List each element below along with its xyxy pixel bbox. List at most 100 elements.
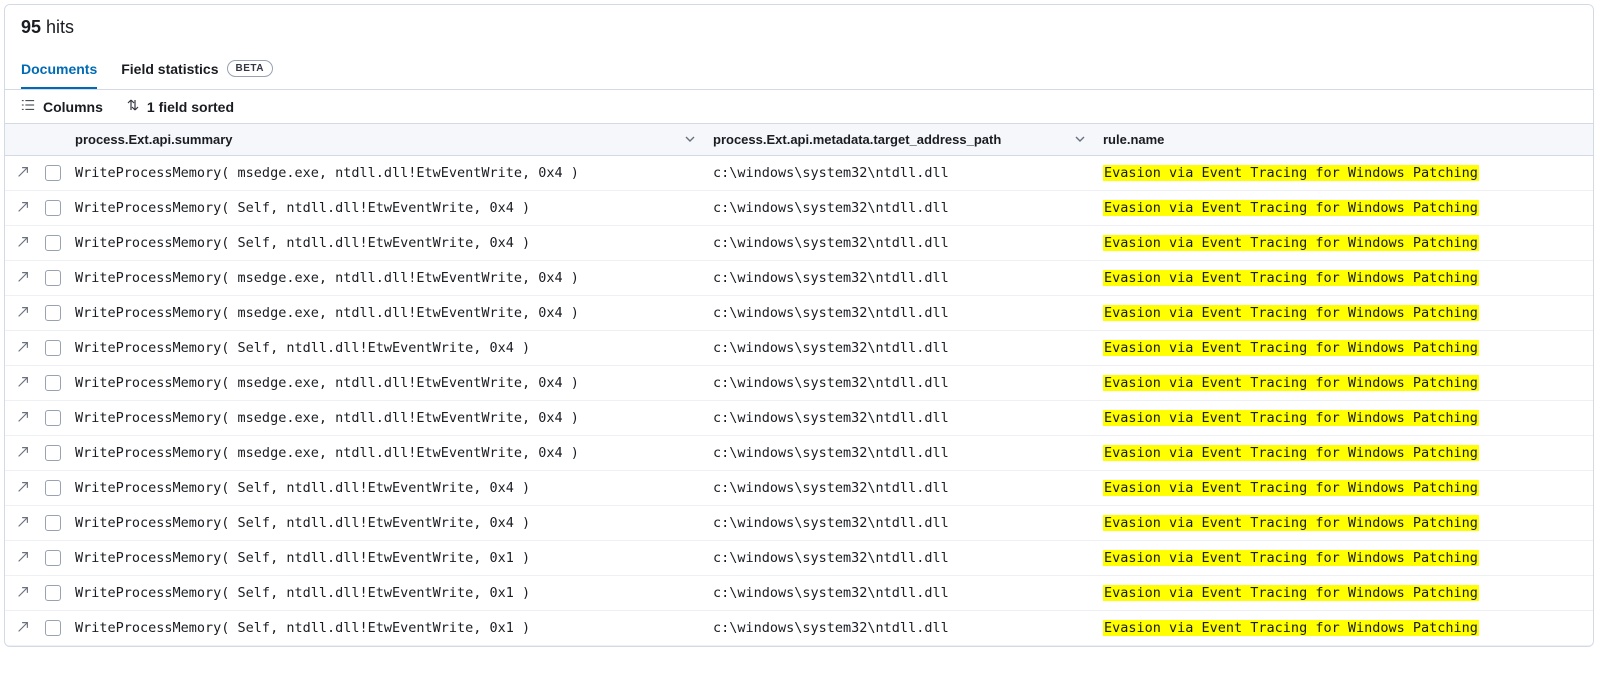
cell-path[interactable]: c:\windows\system32\ntdll.dll: [703, 296, 1093, 331]
expand-row-icon[interactable]: [15, 375, 31, 391]
expand-cell: [5, 506, 35, 541]
row-checkbox[interactable]: [45, 340, 61, 356]
row-checkbox[interactable]: [45, 200, 61, 216]
hits-count: 95 hits: [21, 17, 1577, 50]
cell-rule[interactable]: Evasion via Event Tracing for Windows Pa…: [1093, 541, 1593, 576]
expand-row-icon[interactable]: [15, 550, 31, 566]
rule-highlight: Evasion via Event Tracing for Windows Pa…: [1103, 445, 1479, 461]
expand-row-icon[interactable]: [15, 480, 31, 496]
sort-button[interactable]: 1 field sorted: [127, 98, 234, 115]
row-checkbox[interactable]: [45, 515, 61, 531]
cell-rule[interactable]: Evasion via Event Tracing for Windows Pa…: [1093, 576, 1593, 611]
rule-highlight: Evasion via Event Tracing for Windows Pa…: [1103, 480, 1479, 496]
cell-summary[interactable]: WriteProcessMemory( msedge.exe, ntdll.dl…: [65, 436, 703, 471]
cell-summary[interactable]: WriteProcessMemory( Self, ntdll.dll!EtwE…: [65, 331, 703, 366]
table-row: WriteProcessMemory( Self, ntdll.dll!EtwE…: [5, 471, 1593, 506]
cell-rule[interactable]: Evasion via Event Tracing for Windows Pa…: [1093, 401, 1593, 436]
select-cell: [35, 576, 65, 611]
cell-path[interactable]: c:\windows\system32\ntdll.dll: [703, 331, 1093, 366]
table-row: WriteProcessMemory( msedge.exe, ntdll.dl…: [5, 401, 1593, 436]
row-checkbox[interactable]: [45, 550, 61, 566]
row-checkbox[interactable]: [45, 480, 61, 496]
row-checkbox[interactable]: [45, 270, 61, 286]
row-checkbox[interactable]: [45, 305, 61, 321]
cell-path[interactable]: c:\windows\system32\ntdll.dll: [703, 576, 1093, 611]
cell-path[interactable]: c:\windows\system32\ntdll.dll: [703, 366, 1093, 401]
header-summary-label: process.Ext.api.summary: [75, 132, 233, 147]
cell-summary[interactable]: WriteProcessMemory( msedge.exe, ntdll.dl…: [65, 296, 703, 331]
cell-rule[interactable]: Evasion via Event Tracing for Windows Pa…: [1093, 471, 1593, 506]
cell-summary[interactable]: WriteProcessMemory( msedge.exe, ntdll.dl…: [65, 261, 703, 296]
columns-button[interactable]: Columns: [21, 98, 103, 115]
row-checkbox[interactable]: [45, 445, 61, 461]
expand-row-icon[interactable]: [15, 235, 31, 251]
row-checkbox[interactable]: [45, 375, 61, 391]
tab-documents-label: Documents: [21, 61, 97, 77]
cell-summary[interactable]: WriteProcessMemory( Self, ntdll.dll!EtwE…: [65, 226, 703, 261]
cell-path[interactable]: c:\windows\system32\ntdll.dll: [703, 506, 1093, 541]
row-checkbox[interactable]: [45, 585, 61, 601]
expand-row-icon[interactable]: [15, 445, 31, 461]
expand-row-icon[interactable]: [15, 620, 31, 636]
row-checkbox[interactable]: [45, 620, 61, 636]
rule-highlight: Evasion via Event Tracing for Windows Pa…: [1103, 200, 1479, 216]
header-path[interactable]: process.Ext.api.metadata.target_address_…: [703, 124, 1093, 156]
table-header-row: process.Ext.api.summary process.Ext.api.…: [5, 124, 1593, 156]
select-cell: [35, 296, 65, 331]
header-rule[interactable]: rule.name: [1093, 124, 1593, 156]
expand-row-icon[interactable]: [15, 340, 31, 356]
cell-path[interactable]: c:\windows\system32\ntdll.dll: [703, 226, 1093, 261]
cell-summary[interactable]: WriteProcessMemory( Self, ntdll.dll!EtwE…: [65, 506, 703, 541]
cell-path[interactable]: c:\windows\system32\ntdll.dll: [703, 471, 1093, 506]
rule-highlight: Evasion via Event Tracing for Windows Pa…: [1103, 235, 1479, 251]
rule-highlight: Evasion via Event Tracing for Windows Pa…: [1103, 515, 1479, 531]
cell-rule[interactable]: Evasion via Event Tracing for Windows Pa…: [1093, 331, 1593, 366]
cell-summary[interactable]: WriteProcessMemory( Self, ntdll.dll!EtwE…: [65, 611, 703, 646]
cell-rule[interactable]: Evasion via Event Tracing for Windows Pa…: [1093, 366, 1593, 401]
tab-documents[interactable]: Documents: [21, 51, 97, 89]
cell-rule[interactable]: Evasion via Event Tracing for Windows Pa…: [1093, 296, 1593, 331]
expand-row-icon[interactable]: [15, 410, 31, 426]
cell-rule[interactable]: Evasion via Event Tracing for Windows Pa…: [1093, 611, 1593, 646]
table-row: WriteProcessMemory( Self, ntdll.dll!EtwE…: [5, 541, 1593, 576]
cell-path[interactable]: c:\windows\system32\ntdll.dll: [703, 436, 1093, 471]
expand-row-icon[interactable]: [15, 515, 31, 531]
cell-path[interactable]: c:\windows\system32\ntdll.dll: [703, 401, 1093, 436]
cell-path[interactable]: c:\windows\system32\ntdll.dll: [703, 541, 1093, 576]
cell-rule[interactable]: Evasion via Event Tracing for Windows Pa…: [1093, 156, 1593, 191]
expand-cell: [5, 261, 35, 296]
cell-path[interactable]: c:\windows\system32\ntdll.dll: [703, 191, 1093, 226]
cell-summary[interactable]: WriteProcessMemory( Self, ntdll.dll!EtwE…: [65, 471, 703, 506]
cell-rule[interactable]: Evasion via Event Tracing for Windows Pa…: [1093, 261, 1593, 296]
expand-row-icon[interactable]: [15, 305, 31, 321]
cell-rule[interactable]: Evasion via Event Tracing for Windows Pa…: [1093, 191, 1593, 226]
table-row: WriteProcessMemory( Self, ntdll.dll!EtwE…: [5, 226, 1593, 261]
tab-field-statistics[interactable]: Field statistics BETA: [121, 50, 273, 89]
cell-path[interactable]: c:\windows\system32\ntdll.dll: [703, 261, 1093, 296]
cell-rule[interactable]: Evasion via Event Tracing for Windows Pa…: [1093, 436, 1593, 471]
cell-summary[interactable]: WriteProcessMemory( msedge.exe, ntdll.dl…: [65, 156, 703, 191]
cell-path[interactable]: c:\windows\system32\ntdll.dll: [703, 611, 1093, 646]
cell-summary[interactable]: WriteProcessMemory( Self, ntdll.dll!EtwE…: [65, 191, 703, 226]
row-checkbox[interactable]: [45, 165, 61, 181]
tab-bar: Documents Field statistics BETA: [5, 50, 1593, 90]
expand-row-icon[interactable]: [15, 200, 31, 216]
cell-path[interactable]: c:\windows\system32\ntdll.dll: [703, 156, 1093, 191]
cell-summary[interactable]: WriteProcessMemory( msedge.exe, ntdll.dl…: [65, 366, 703, 401]
rule-highlight: Evasion via Event Tracing for Windows Pa…: [1103, 620, 1479, 636]
cell-summary[interactable]: WriteProcessMemory( Self, ntdll.dll!EtwE…: [65, 541, 703, 576]
table-toolbar: Columns 1 field sorted: [5, 90, 1593, 124]
expand-row-icon[interactable]: [15, 585, 31, 601]
expand-row-icon[interactable]: [15, 270, 31, 286]
rule-highlight: Evasion via Event Tracing for Windows Pa…: [1103, 340, 1479, 356]
cell-summary[interactable]: WriteProcessMemory( msedge.exe, ntdll.dl…: [65, 401, 703, 436]
row-checkbox[interactable]: [45, 410, 61, 426]
cell-rule[interactable]: Evasion via Event Tracing for Windows Pa…: [1093, 506, 1593, 541]
expand-row-icon[interactable]: [15, 165, 31, 181]
cell-summary[interactable]: WriteProcessMemory( Self, ntdll.dll!EtwE…: [65, 576, 703, 611]
header-summary[interactable]: process.Ext.api.summary: [65, 124, 703, 156]
table-row: WriteProcessMemory( msedge.exe, ntdll.dl…: [5, 156, 1593, 191]
chevron-down-icon: [685, 133, 695, 147]
cell-rule[interactable]: Evasion via Event Tracing for Windows Pa…: [1093, 226, 1593, 261]
row-checkbox[interactable]: [45, 235, 61, 251]
